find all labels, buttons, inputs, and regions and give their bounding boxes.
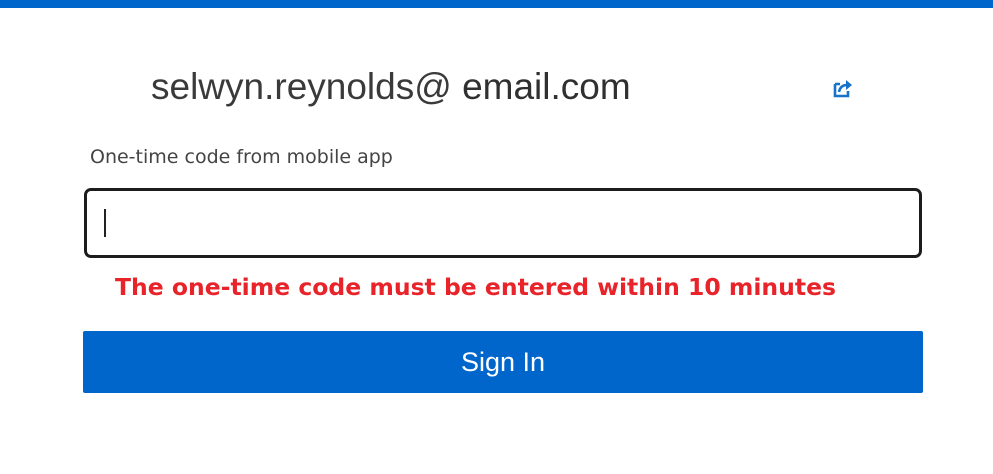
code-input-box[interactable] bbox=[84, 188, 922, 258]
top-accent-bar bbox=[0, 0, 993, 8]
email-user: selwyn.reynolds@ bbox=[151, 66, 452, 107]
one-time-code-input[interactable] bbox=[87, 191, 919, 255]
account-email: selwyn.reynolds@ email.com bbox=[151, 64, 631, 110]
email-domain: email.com bbox=[451, 66, 631, 107]
code-field-label: One-time code from mobile app bbox=[90, 146, 393, 168]
external-link-arrow-icon bbox=[832, 78, 854, 103]
text-caret bbox=[104, 209, 106, 237]
login-page: selwyn.reynolds@ email.com One-time code… bbox=[0, 0, 993, 474]
code-expiry-warning: The one-time code must be entered within… bbox=[115, 273, 837, 301]
switch-account-button[interactable] bbox=[828, 76, 858, 104]
sign-in-button[interactable]: Sign In bbox=[83, 331, 923, 393]
